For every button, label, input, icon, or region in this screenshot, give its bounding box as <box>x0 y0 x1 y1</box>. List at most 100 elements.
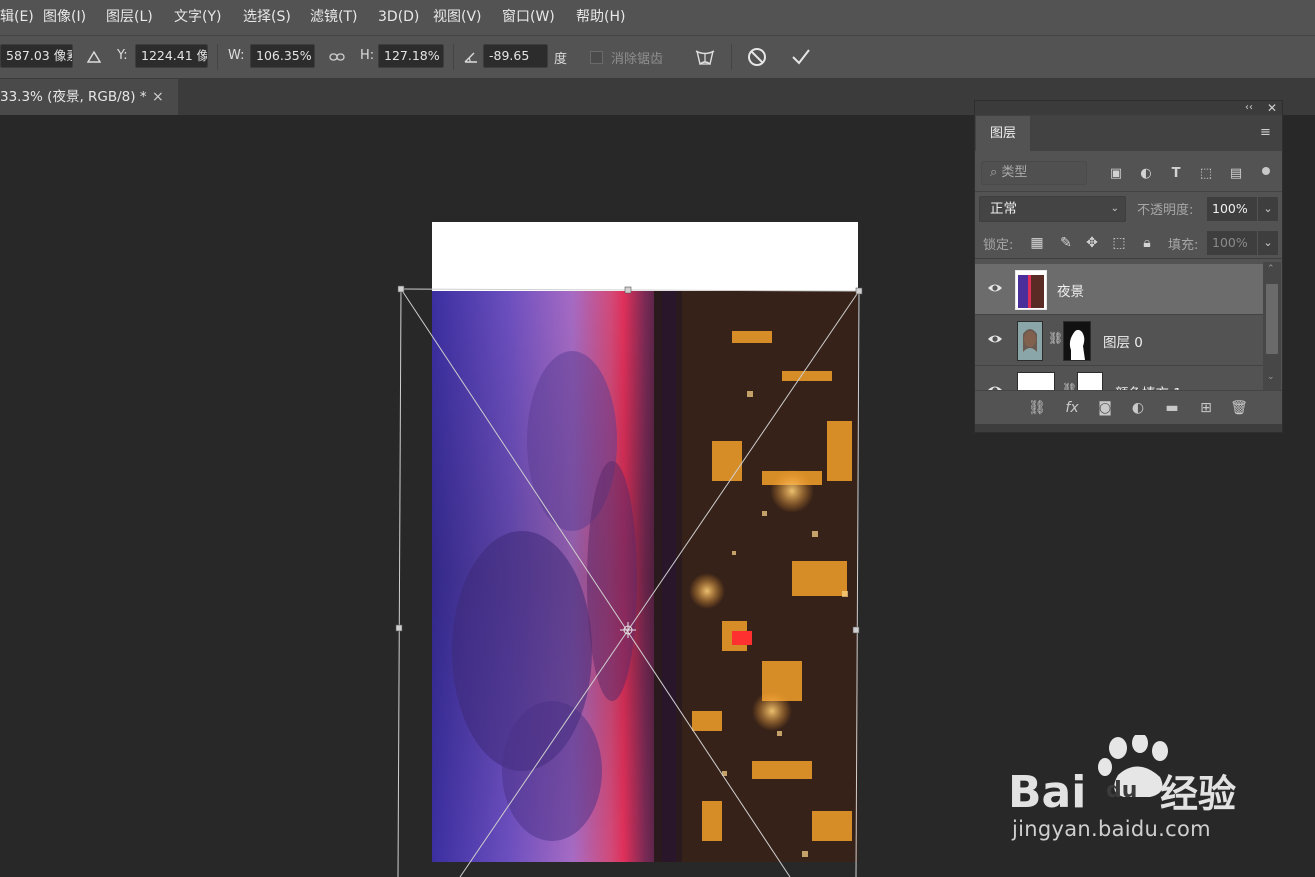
tab-layers[interactable]: 图层 <box>976 116 1030 152</box>
chevron-down-icon: ⌄ <box>1110 203 1119 214</box>
menu-window[interactable]: 窗口(W) <box>502 0 555 35</box>
angle-icon <box>460 46 482 68</box>
x-position-field[interactable]: 587.03 像素 <box>0 44 73 68</box>
chain-link-icon[interactable]: ⛓︎ <box>1048 331 1063 345</box>
layer-row-night[interactable]: 夜景 <box>975 264 1263 315</box>
layer-mask-thumbnail[interactable] <box>1077 372 1103 390</box>
antialias-label: 消除锯齿 <box>611 52 664 67</box>
smart-object-filter-icon[interactable]: ▤ <box>1228 166 1244 182</box>
trash-icon[interactable]: 🗑︎ <box>1229 399 1249 417</box>
menu-select[interactable]: 选择(S) <box>243 0 291 35</box>
layer-name[interactable]: 夜景 <box>1057 280 1084 300</box>
new-group-icon[interactable]: ▬ <box>1162 399 1182 417</box>
blend-mode-select[interactable]: 正常 ⌄ <box>979 196 1126 222</box>
menu-3d[interactable]: 3D(D) <box>378 0 419 35</box>
image-filter-icon[interactable]: ▣ <box>1108 166 1124 182</box>
y-position-field[interactable]: 1224.41 像素 <box>135 44 208 68</box>
collapse-icon[interactable]: ‹‹ <box>1245 101 1253 115</box>
document-tab-label: 33.3% (夜景, RGB/8) * <box>0 89 147 105</box>
visibility-eye-icon[interactable] <box>987 331 1003 347</box>
adjustment-filter-icon[interactable]: ◐ <box>1138 166 1154 182</box>
separator <box>453 44 454 70</box>
lock-all-icon[interactable]: 🔒︎ <box>1138 234 1156 252</box>
menu-help[interactable]: 帮助(H) <box>576 0 625 35</box>
angle-field[interactable]: -89.65 <box>483 44 548 68</box>
new-layer-icon[interactable]: ⊞ <box>1196 399 1216 417</box>
opacity-field[interactable]: 100% <box>1207 197 1257 221</box>
transform-handle-middle-left <box>395 624 403 632</box>
transform-handle-middle-right <box>852 626 860 634</box>
chevron-down-icon[interactable]: ⌄ <box>1258 197 1278 221</box>
relative-position-icon[interactable] <box>83 46 105 68</box>
menu-filter[interactable]: 滤镜(T) <box>310 0 357 35</box>
cancel-icon[interactable] <box>746 46 768 68</box>
baidu-watermark: Bai du 经验 jingyan.baidu.com <box>1000 733 1300 855</box>
menu-edit[interactable]: 辑(E) <box>0 0 34 35</box>
separator <box>731 44 732 70</box>
scroll-up-icon[interactable]: ⌃ <box>1267 264 1275 274</box>
lock-row: 锁定: ▦ ✎ ✥ ⬚ 🔒︎ 填充: 100% ⌄ <box>975 228 1282 259</box>
layer-list: 夜景 ⛓︎ 图层 0 ⛓︎ 颜色填充 1 <box>975 262 1263 390</box>
blend-row: 正常 ⌄ 不透明度: 100% ⌄ <box>975 193 1282 225</box>
close-icon[interactable]: × <box>152 79 164 115</box>
lock-artboard-icon[interactable]: ⬚ <box>1110 234 1128 252</box>
type-filter-icon[interactable]: T <box>1168 166 1184 182</box>
layer-list-scrollbar[interactable]: ⌃ ⌄ <box>1263 262 1281 390</box>
adjustment-layer-icon[interactable]: ◐ <box>1128 399 1148 417</box>
scroll-thumb[interactable] <box>1266 284 1278 354</box>
layer-thumbnail <box>1017 321 1043 361</box>
layer-name[interactable]: 颜色填充 1 <box>1115 382 1182 390</box>
menu-view[interactable]: 视图(V) <box>433 0 482 35</box>
antialias-checkbox[interactable] <box>590 51 603 64</box>
checkmark-icon[interactable] <box>790 46 812 68</box>
visibility-eye-icon[interactable] <box>987 280 1003 296</box>
layers-panel-footer: ⛓︎ fx ◙ ◐ ▬ ⊞ 🗑︎ <box>975 390 1282 425</box>
svg-text:Bai: Bai <box>1008 767 1086 818</box>
menu-image[interactable]: 图像(I) <box>43 0 86 35</box>
layer-row-layer0[interactable]: ⛓︎ 图层 0 <box>975 315 1263 366</box>
document-tab[interactable]: 33.3% (夜景, RGB/8) * × <box>0 79 178 115</box>
filter-kind-select[interactable]: ⌕ 类型 <box>981 161 1087 185</box>
opacity-label: 不透明度: <box>1137 203 1194 218</box>
layer-thumbnail <box>1015 270 1047 310</box>
lock-transparency-icon[interactable]: ▦ <box>1028 234 1046 252</box>
menu-layer[interactable]: 图层(L) <box>106 0 153 35</box>
fill-field[interactable]: 100% <box>1207 231 1257 255</box>
add-mask-icon[interactable]: ◙ <box>1095 399 1115 417</box>
fill-label: 填充: <box>1168 238 1199 253</box>
width-field[interactable]: 106.35% <box>250 44 315 68</box>
transform-handle-top-left <box>397 285 405 293</box>
panel-resize-grip[interactable] <box>975 424 1282 432</box>
link-layers-icon[interactable]: ⛓︎ <box>1027 399 1047 417</box>
link-icon[interactable] <box>326 46 348 68</box>
layer-filter-row: ⌕ 类型 ▣ ◐ T ⬚ ▤ <box>975 153 1282 192</box>
lock-position-icon[interactable]: ✥ <box>1083 234 1101 252</box>
fx-icon[interactable]: fx <box>1062 399 1082 417</box>
layer-name[interactable]: 图层 0 <box>1103 331 1143 351</box>
menu-type[interactable]: 文字(Y) <box>174 0 221 35</box>
chain-link-icon[interactable]: ⛓︎ <box>1062 382 1077 390</box>
visibility-eye-icon[interactable] <box>987 382 1003 390</box>
scroll-down-icon[interactable]: ⌄ <box>1267 372 1275 382</box>
height-field[interactable]: 127.18% <box>378 44 444 68</box>
shape-filter-icon[interactable]: ⬚ <box>1198 166 1214 182</box>
h-label: H: <box>360 48 375 63</box>
warp-icon[interactable] <box>694 46 716 68</box>
lock-label: 锁定: <box>983 238 1014 253</box>
layer-row-color-fill[interactable]: ⛓︎ 颜色填充 1 <box>975 366 1263 390</box>
layer-mask-thumbnail[interactable] <box>1063 321 1091 361</box>
layers-panel: ‹‹ ✕ 图层 ≡ ⌕ 类型 ▣ ◐ T ⬚ ▤ 正常 ⌄ 不透明度: 100%… <box>974 100 1283 433</box>
panel-header-bar: ‹‹ ✕ <box>975 101 1282 115</box>
fill-swatch-thumbnail <box>1017 372 1055 390</box>
lock-paint-icon[interactable]: ✎ <box>1057 234 1075 252</box>
panel-menu-icon[interactable]: ≡ <box>1260 125 1271 140</box>
options-bar: 587.03 像素 Y: 1224.41 像素 W: 106.35% H: 12… <box>0 35 1315 79</box>
chevron-down-icon[interactable]: ⌄ <box>1258 231 1278 255</box>
filter-toggle-icon[interactable] <box>1262 167 1270 175</box>
y-label: Y: <box>117 48 128 63</box>
angle-unit: 度 <box>554 52 568 67</box>
search-icon: ⌕ <box>990 165 998 180</box>
svg-text:经验: 经验 <box>1160 772 1236 816</box>
close-icon[interactable]: ✕ <box>1267 101 1277 115</box>
blend-mode-label: 正常 <box>990 201 1017 217</box>
